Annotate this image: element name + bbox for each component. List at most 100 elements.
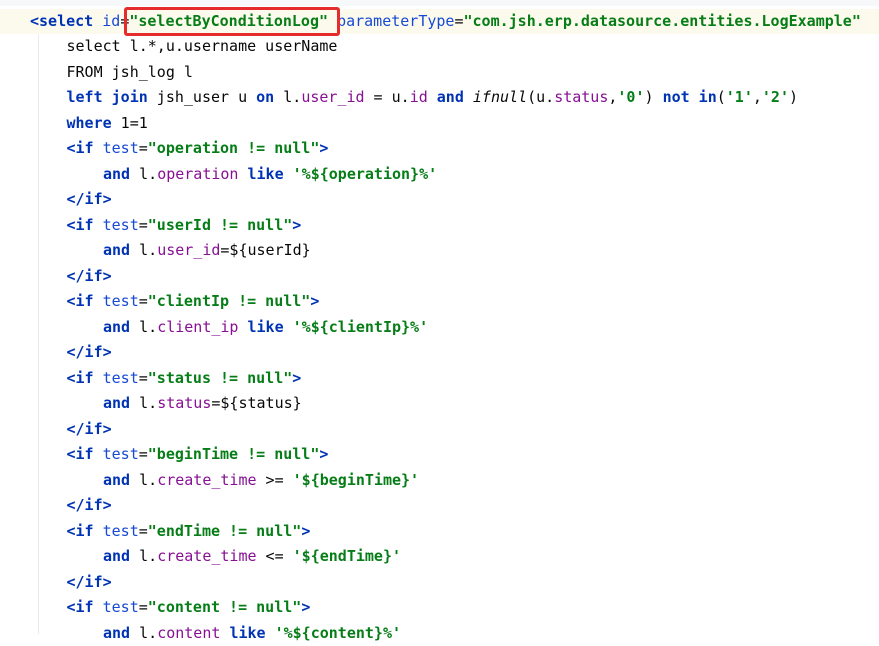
code-token: test — [103, 369, 139, 387]
code-line-content: </if> — [67, 493, 112, 519]
code-token: select l.*,u.username userName — [67, 37, 338, 55]
code-line[interactable]: FROM jsh_log l — [0, 60, 879, 86]
code-token: > — [301, 522, 310, 540]
code-line[interactable]: and l.user_id=${userId} — [0, 238, 879, 264]
code-line[interactable]: and l.status=${status} — [0, 391, 879, 417]
code-token: and — [103, 471, 130, 489]
code-token: test — [103, 522, 139, 540]
code-token: (u. — [527, 88, 554, 106]
code-token: = — [139, 598, 148, 616]
code-token: and — [103, 318, 130, 336]
code-token: id — [102, 12, 120, 30]
code-token: '1' — [726, 88, 753, 106]
code-token: =${status} — [211, 394, 301, 412]
code-token: "status != null" — [148, 369, 293, 387]
code-token: > — [319, 445, 328, 463]
code-line-content: </if> — [67, 417, 112, 443]
code-token: <if — [67, 445, 103, 463]
code-line[interactable]: <if test="content != null"> — [0, 595, 879, 621]
code-token: create_time — [157, 547, 256, 565]
code-token: <if — [67, 598, 103, 616]
code-line[interactable]: </if> — [0, 264, 879, 290]
code-token: operation — [157, 165, 238, 183]
code-line[interactable]: and l.create_time >= '${beginTime}' — [0, 468, 879, 494]
code-token: =${userId} — [220, 241, 310, 259]
code-line[interactable]: <if test="userId != null"> — [0, 213, 879, 239]
code-line-content: where 1=1 — [67, 111, 148, 137]
editor-top-edge — [0, 0, 879, 6]
code-line-content: <if test="beginTime != null"> — [67, 442, 329, 468]
code-line-content: </if> — [67, 264, 112, 290]
code-token: user_id — [301, 88, 364, 106]
code-line-content: <if test="endTime != null"> — [67, 519, 311, 545]
code-token: </if> — [67, 267, 112, 285]
code-token: l. — [130, 318, 157, 336]
code-token: "userId != null" — [148, 216, 293, 234]
code-line[interactable]: where 1=1 — [0, 111, 879, 137]
code-line[interactable]: and l.create_time <= '${endTime}' — [0, 544, 879, 570]
code-line-content: <if test="userId != null"> — [67, 213, 302, 239]
code-editor[interactable]: <select id="selectByConditionLog" parame… — [0, 0, 879, 642]
code-token: </if> — [67, 343, 112, 361]
code-token: and — [103, 547, 130, 565]
code-token: like — [229, 624, 265, 642]
code-token: >= — [257, 471, 293, 489]
code-line[interactable]: and l.operation like '%${operation}%' — [0, 162, 879, 188]
code-line-content: <if test="content != null"> — [67, 595, 311, 621]
code-token: and — [103, 624, 130, 642]
code-line[interactable]: select l.*,u.username userName — [0, 34, 879, 60]
code-line-content: and l.create_time <= '${endTime}' — [103, 544, 401, 570]
code-token: </if> — [67, 420, 112, 438]
code-token — [428, 88, 437, 106]
code-token — [266, 624, 275, 642]
code-token: l. — [130, 241, 157, 259]
code-token — [238, 165, 247, 183]
code-line[interactable]: <if test="clientIp != null"> — [0, 289, 879, 315]
code-token: '${beginTime}' — [293, 471, 419, 489]
code-token: <if — [67, 292, 103, 310]
code-token: > — [319, 139, 328, 157]
code-token: l. — [130, 165, 157, 183]
code-token: = — [139, 216, 148, 234]
code-line[interactable]: <if test="status != null"> — [0, 366, 879, 392]
code-line[interactable]: <if test="beginTime != null"> — [0, 442, 879, 468]
code-line[interactable]: and l.client_ip like '%${clientIp}%' — [0, 315, 879, 341]
code-token: l. — [130, 471, 157, 489]
code-line-content: and l.create_time >= '${beginTime}' — [103, 468, 419, 494]
code-token: <if — [67, 369, 103, 387]
code-token: '%${clientIp}%' — [293, 318, 428, 336]
code-line[interactable]: </if> — [0, 493, 879, 519]
code-line[interactable]: </if> — [0, 340, 879, 366]
code-line-content: </if> — [67, 340, 112, 366]
code-line[interactable]: <if test="endTime != null"> — [0, 519, 879, 545]
code-token: "com.jsh.erp.datasource.entities.LogExam… — [464, 12, 861, 30]
code-token: = — [139, 445, 148, 463]
code-token: = — [139, 292, 148, 310]
code-token: and — [103, 165, 130, 183]
code-line[interactable]: </if> — [0, 570, 879, 596]
code-token: test — [103, 139, 139, 157]
code-token: = — [139, 522, 148, 540]
code-line-content: and l.user_id=${userId} — [103, 238, 311, 264]
code-line-content: </if> — [67, 570, 112, 596]
code-line-content: <if test="status != null"> — [67, 366, 302, 392]
code-token: <if — [67, 139, 103, 157]
code-line[interactable]: and l.content like '%${content}%' — [0, 621, 879, 646]
code-token: jsh_user u — [148, 88, 256, 106]
code-token: left join — [67, 88, 148, 106]
code-token: create_time — [157, 471, 256, 489]
code-line[interactable]: <if test="operation != null"> — [0, 136, 879, 162]
code-token: l. — [130, 547, 157, 565]
code-line[interactable]: left join jsh_user u on l.user_id = u.id… — [0, 85, 879, 111]
code-token: and — [103, 394, 130, 412]
code-token: = — [139, 369, 148, 387]
code-token: test — [103, 216, 139, 234]
code-line[interactable]: </if> — [0, 417, 879, 443]
code-line-content: and l.operation like '%${operation}%' — [103, 162, 437, 188]
code-line[interactable]: </if> — [0, 187, 879, 213]
code-token: "endTime != null" — [148, 522, 302, 540]
code-token: <if — [67, 216, 103, 234]
code-token: > — [292, 216, 301, 234]
code-line-content: left join jsh_user u on l.user_id = u.id… — [67, 85, 799, 111]
code-token — [464, 88, 473, 106]
